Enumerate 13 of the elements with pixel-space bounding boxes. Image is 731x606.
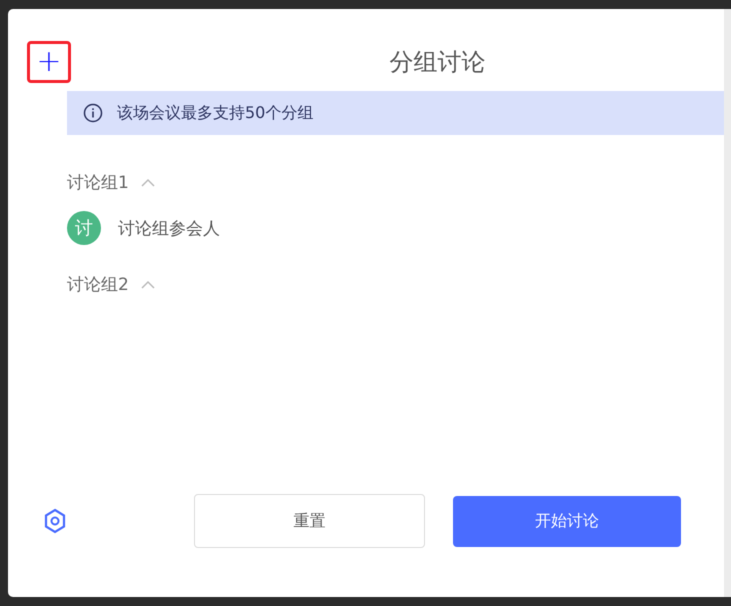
notice-text: 该场会议最多支持50个分组 [117, 102, 314, 124]
avatar: 讨 [67, 211, 101, 245]
member-name: 讨论组参会人 [118, 218, 220, 240]
chevron-up-icon[interactable] [140, 280, 155, 288]
chevron-up-icon[interactable] [140, 178, 155, 186]
info-icon [83, 103, 103, 123]
hexagon-settings-icon[interactable] [43, 508, 67, 534]
group-name: 讨论组1 [67, 172, 129, 194]
start-button[interactable]: 开始讨论 [453, 496, 681, 546]
add-button[interactable]: + [27, 41, 71, 83]
group-name: 讨论组2 [67, 274, 129, 296]
reset-button[interactable]: 重置 [194, 494, 425, 548]
dialog-title: 分组讨论 [388, 47, 486, 78]
